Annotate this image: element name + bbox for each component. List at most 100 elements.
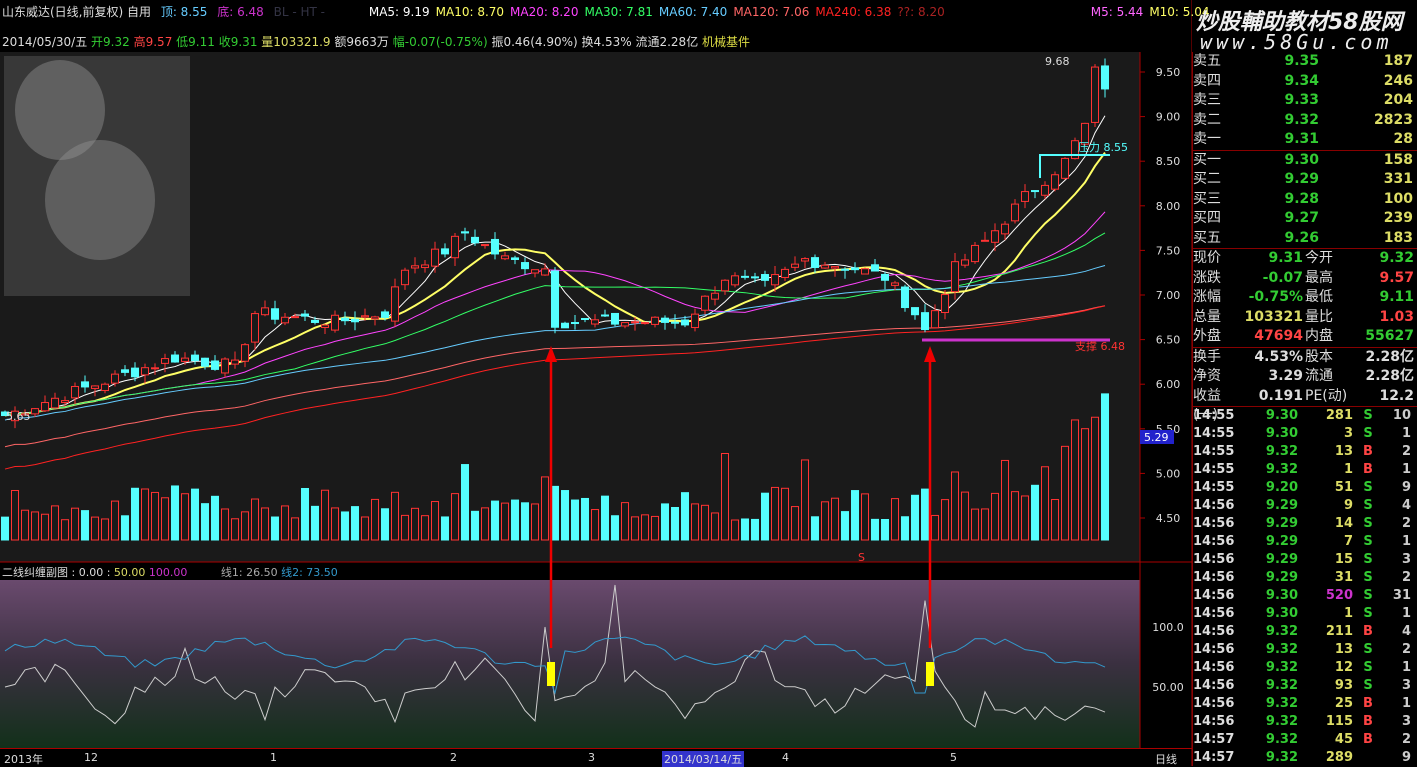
volume-bar: [471, 510, 479, 541]
sell-orders: 卖五 9.35 187 卖四 9.34 246 卖三 9.33 204 卖二 9.32 2823 卖一 9…: [1193, 52, 1417, 150]
low-label: 5.65: [6, 410, 31, 423]
order-level: 卖四: [1193, 72, 1221, 89]
volume-bar: [411, 507, 419, 541]
quote-value: 9.31: [1268, 250, 1303, 266]
tick-side: S: [1363, 570, 1373, 585]
tick-count: 2: [1401, 732, 1411, 747]
amplitude: 振0.46(4.90%): [491, 35, 578, 49]
time-axis: 2013年 12 1 2 3 2014/03/14/五 4 5 日线: [0, 748, 1192, 767]
candle: [771, 274, 779, 286]
tick-time: 14:56: [1193, 642, 1235, 657]
tick-row: 14:56 9.30 1 S 1: [1193, 605, 1417, 623]
quote-label: 总量: [1193, 308, 1221, 325]
candle: [321, 324, 329, 328]
volume-bar: [561, 490, 569, 541]
quote-panel: 卖五 9.35 187 卖四 9.34 246 卖三 9.33 204 卖二 9.32 2823 卖一 9…: [1192, 52, 1417, 766]
tick-price: 9.32: [1265, 660, 1298, 675]
tick-row: 14:55 9.30 3 S 1: [1193, 425, 1417, 443]
candle: [491, 238, 499, 255]
candle: [31, 408, 39, 415]
tick-volume: 289: [1325, 750, 1353, 765]
volume-bar: [1041, 466, 1049, 541]
volume-bar: [551, 485, 559, 541]
fund-label: PE(动): [1305, 387, 1348, 404]
tick-volume: 93: [1334, 678, 1353, 693]
volume-bar: [371, 498, 379, 541]
volume-bar: [951, 471, 959, 541]
kline-chart[interactable]: 9.509.008.508.007.507.006.506.005.505.00…: [0, 0, 1192, 766]
candle: [991, 230, 999, 243]
tick-volume: 51: [1334, 480, 1353, 495]
candle: [141, 367, 149, 376]
tick-side: S: [1363, 534, 1373, 549]
volume-bar: [101, 518, 109, 541]
candle: [971, 244, 979, 263]
volume-bar: [341, 511, 349, 541]
candle: [41, 402, 49, 412]
volume-bar: [511, 499, 519, 541]
volume-bar: [731, 519, 739, 541]
tick-row: 14:56 9.29 7 S 1: [1193, 533, 1417, 551]
order-level: 买二: [1193, 171, 1221, 187]
order-row: 卖五 9.35 187: [1193, 52, 1417, 72]
signal-marker: S: [858, 551, 865, 564]
price-axis-label: 8.50: [1156, 155, 1181, 168]
change: 幅-0.07(-0.75%): [392, 35, 488, 49]
tick-volume: 7: [1343, 534, 1353, 549]
quote-value: 103321: [1244, 308, 1303, 325]
candle: [331, 314, 339, 331]
tick-time: 14:55: [1193, 480, 1235, 495]
volume-bar: [831, 497, 839, 541]
tick-side: S: [1363, 516, 1373, 531]
tick-list[interactable]: 14:55 9.30 281 S 10 14:55 9.30 3 S 1 14:55 9.32 13 B 2…: [1193, 407, 1417, 767]
candle: [1001, 223, 1009, 235]
volume-bar: [331, 507, 339, 541]
candle: [1021, 191, 1029, 202]
volume-bar: [791, 506, 799, 541]
quote-value: 55627: [1365, 328, 1414, 344]
candle: [831, 266, 839, 269]
volume-bar: [631, 516, 639, 541]
candle: [501, 255, 509, 260]
tick-time: 14:56: [1193, 714, 1235, 729]
candle: [251, 313, 259, 343]
candle: [791, 263, 799, 268]
candle: [481, 244, 489, 247]
order-level: 卖五: [1193, 53, 1221, 69]
sector[interactable]: 机械基件: [702, 35, 750, 49]
volume-bar: [601, 495, 609, 541]
order-price: 9.32: [1284, 111, 1319, 128]
price-axis-label: 9.00: [1156, 111, 1181, 124]
order-price: 9.26: [1284, 229, 1319, 246]
volume-bar: [91, 516, 99, 541]
volume-bar: [361, 516, 369, 541]
volume-bar: [841, 511, 849, 541]
tick-time: 14:55: [1193, 444, 1235, 459]
bar-info: 2014/05/30/五 开9.32 高9.57 低9.11 收9.31 量10…: [2, 33, 750, 50]
tick-time: 14:57: [1193, 750, 1235, 765]
candle: [61, 400, 69, 403]
indicator-line1: 线1: 26.50: [220, 566, 278, 579]
tick-row: 14:57 9.32 45 B 2: [1193, 731, 1417, 749]
indicator-50: 50.00: [113, 566, 146, 579]
period-label[interactable]: 日线: [1155, 751, 1177, 767]
volume-bar: [31, 511, 39, 541]
tick-volume: 1: [1343, 462, 1353, 477]
ma-legend-item: ??: 8.20: [897, 5, 945, 19]
order-volume: 239: [1383, 210, 1413, 226]
volume-bar: [401, 514, 409, 541]
volume-bar: [861, 493, 869, 541]
volume-bar: [421, 515, 429, 541]
buy-orders: 买一 9.30 158 买二 9.29 331 买三 9.28 100 买四 9.27 239 买五 9.…: [1193, 151, 1417, 249]
candle: [441, 248, 449, 255]
quote-row: 外盘 47694 内盘 55627: [1193, 327, 1417, 347]
time-axis-label: 12: [84, 751, 98, 764]
candle: [761, 274, 769, 281]
ma-legend-item: MA10: 8.70: [435, 5, 505, 19]
candle: [1061, 157, 1069, 179]
volume-bar: [611, 515, 619, 541]
candle: [191, 354, 199, 362]
tick-side: B: [1363, 732, 1373, 747]
indicator-axis-label: 50.00: [1152, 681, 1184, 694]
tick-price: 9.29: [1265, 570, 1298, 585]
